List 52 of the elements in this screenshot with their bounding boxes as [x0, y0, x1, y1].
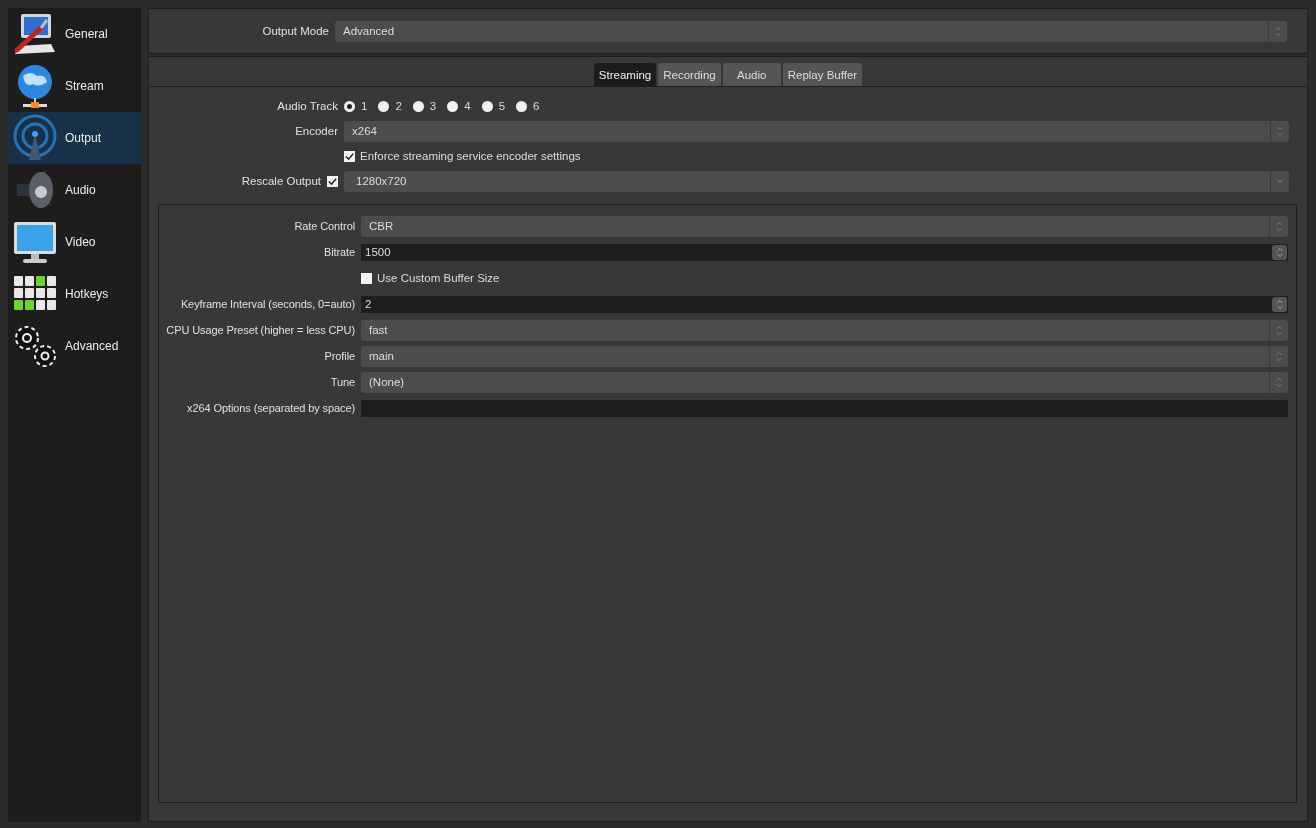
field-label: x264 Options (separated by space)	[186, 402, 355, 414]
field-label: Audio Track	[276, 100, 338, 112]
tab[interactable]: Streaming	[593, 63, 657, 86]
field-label: Output Mode	[261, 25, 329, 37]
field-label: Bitrate	[322, 246, 355, 258]
field-label: Profile	[323, 350, 355, 362]
broadcast-signal-icon	[11, 114, 59, 162]
radio-option[interactable]: 2	[378, 100, 402, 112]
checkbox[interactable]	[327, 175, 338, 187]
radio-option[interactable]: 1	[344, 100, 368, 112]
radio-button[interactable]	[516, 100, 528, 112]
radio-button[interactable]	[481, 100, 493, 112]
radio-option[interactable]: 5	[481, 100, 506, 112]
output-mode-dropdown[interactable]: Advanced	[335, 20, 1287, 42]
number-field[interactable]: 2	[361, 295, 1288, 313]
radio-button[interactable]	[412, 100, 424, 112]
dropdown[interactable]: 1280x720	[344, 170, 1289, 192]
sidebar-item[interactable]: Audio	[8, 164, 141, 216]
sidebar-item[interactable]: Video	[8, 216, 141, 268]
tab[interactable]: Recording	[658, 63, 721, 86]
radio-button[interactable]	[447, 100, 459, 112]
field-label: CPU Usage Preset (higher = less CPU)	[165, 324, 355, 336]
checkbox-option[interactable]: Enforce streaming service encoder settings	[344, 150, 581, 162]
number-field[interactable]: 1500	[361, 243, 1288, 261]
text-field[interactable]	[361, 399, 1288, 417]
dropdown[interactable]: x264	[344, 120, 1289, 142]
dropdown[interactable]: CBR	[361, 215, 1288, 237]
field-label: Tune	[329, 376, 355, 388]
checkbox[interactable]	[344, 150, 355, 162]
radio-button[interactable]	[378, 100, 390, 112]
spin-arrows-icon[interactable]	[1272, 244, 1287, 260]
spin-arrows-icon[interactable]	[1272, 296, 1287, 312]
tab[interactable]: Replay Buffer	[782, 63, 863, 86]
sidebar-item[interactable]: General	[8, 8, 141, 60]
sidebar-item[interactable]: Advanced	[8, 320, 141, 372]
dropdown[interactable]: fast	[361, 319, 1288, 341]
checkbox[interactable]	[361, 272, 372, 284]
sidebar-item[interactable]: Output	[8, 112, 141, 164]
field-label: Keyframe Interval (seconds, 0=auto)	[179, 298, 355, 310]
radio-option[interactable]: 3	[412, 100, 437, 112]
radio-button[interactable]	[344, 100, 355, 112]
tab[interactable]: Audio	[722, 63, 781, 86]
dropdown[interactable]: main	[361, 345, 1288, 367]
field-label: Rate Control	[293, 220, 355, 232]
radio-option[interactable]: 4	[447, 100, 471, 112]
field-label: Rescale Output	[241, 175, 321, 187]
sidebar-item[interactable]: Stream	[8, 60, 141, 112]
checkbox-option[interactable]: Use Custom Buffer Size	[361, 272, 500, 284]
dropdown[interactable]: (None)	[361, 371, 1288, 393]
radio-option[interactable]: 6	[516, 100, 540, 112]
field-label: Encoder	[294, 125, 338, 137]
sidebar-item[interactable]: Hotkeys	[8, 268, 141, 320]
